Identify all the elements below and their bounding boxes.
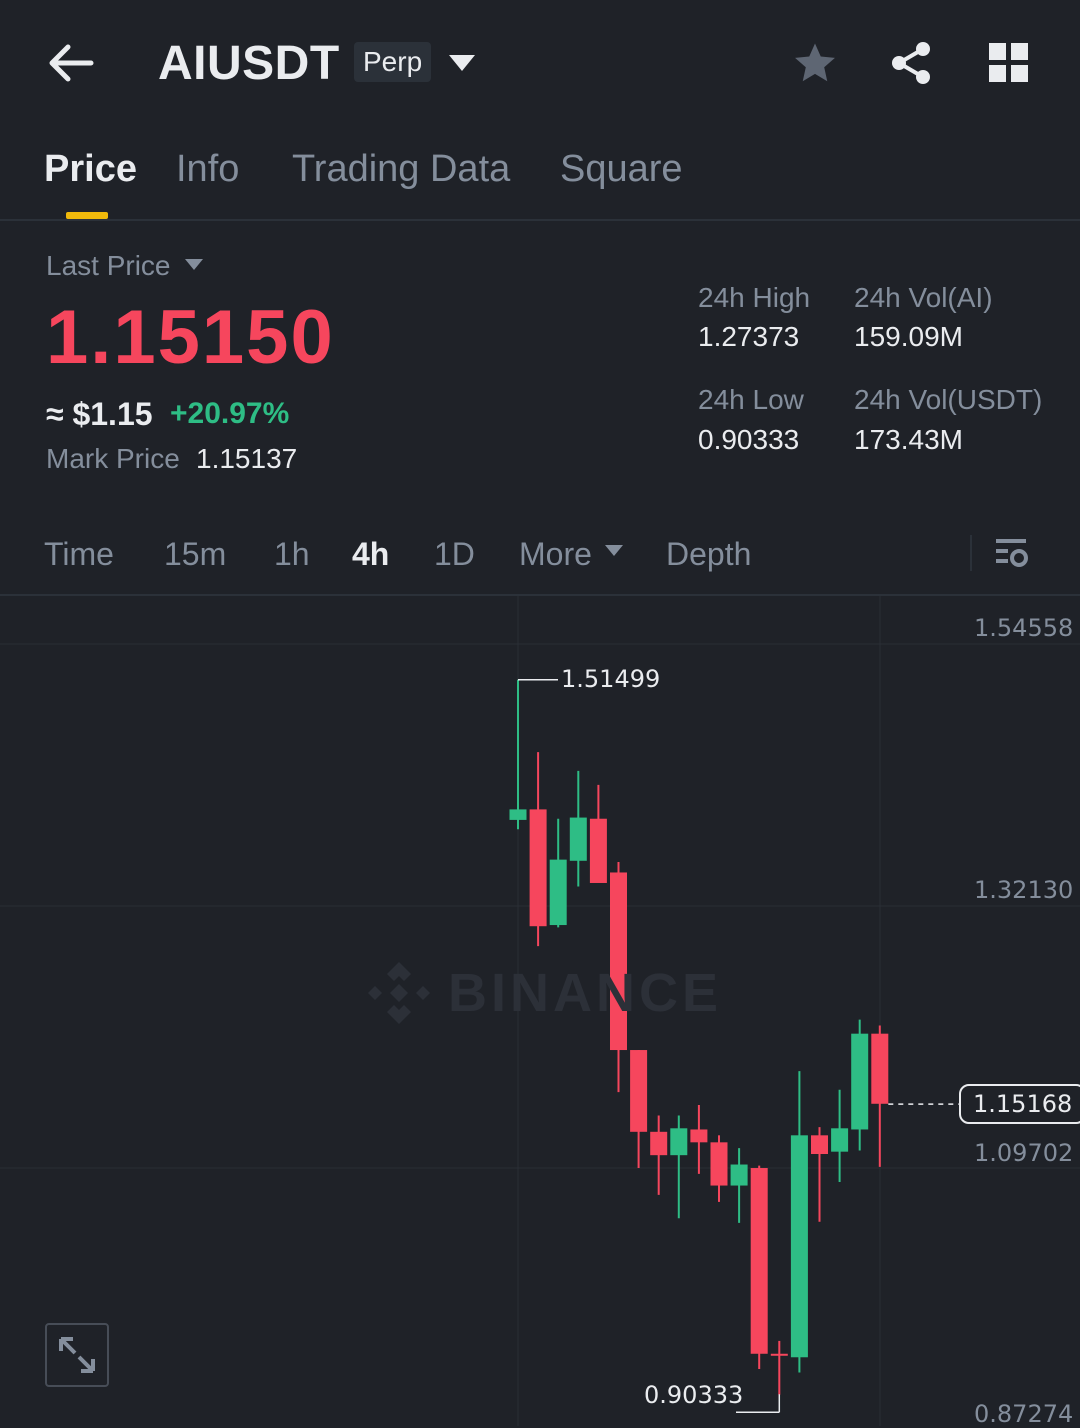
timeframe-1h[interactable]: 1h (274, 536, 310, 573)
tab-trading-data[interactable]: Trading Data (292, 148, 510, 191)
expand-icon (59, 1337, 95, 1373)
candle-body (509, 809, 527, 820)
star-icon[interactable] (792, 40, 838, 86)
candle-body (529, 809, 547, 927)
candle-body (750, 1168, 768, 1354)
candle-body (831, 1128, 849, 1152)
more-caret-icon[interactable] (604, 544, 624, 563)
toolbar-separator (970, 535, 972, 571)
tab-info[interactable]: Info (176, 148, 239, 191)
24h-high-value: 1.27373 (698, 321, 800, 352)
tab-square[interactable]: Square (560, 148, 683, 191)
grid-icon[interactable] (988, 42, 1030, 84)
binance-watermark: BINANCE (364, 958, 722, 1028)
candle-body (549, 859, 567, 926)
timeframe-depth[interactable]: Depth (666, 536, 751, 573)
tabs-divider (0, 219, 1080, 221)
candle-body (851, 1033, 869, 1130)
last-price-value: 1.15150 (46, 295, 335, 380)
candle-body (650, 1131, 668, 1156)
current-price-tag: 1.15168 (959, 1084, 1080, 1124)
caret-down-icon[interactable] (183, 257, 205, 278)
candle-body (690, 1129, 708, 1143)
tab-price[interactable]: Price (44, 148, 137, 191)
chart-settings-icon[interactable] (994, 535, 1030, 576)
y-axis-label-top: 1.54558 (974, 614, 1074, 642)
share-icon[interactable] (888, 40, 934, 86)
contract-type-badge: Perp (354, 42, 432, 82)
candle-body (730, 1164, 748, 1186)
active-tab-indicator (66, 212, 108, 219)
price-change-percent: +20.97% (170, 397, 290, 430)
back-arrow-icon[interactable] (48, 44, 94, 82)
24h-high-label: 24h High (698, 282, 811, 313)
mark-price-label: Mark Price (46, 443, 180, 474)
24h-vol-usdt-label: 24h Vol(USDT) (854, 384, 1043, 415)
usd-approx-value: ≈ $1.15 (46, 396, 153, 432)
y-axis-label-2: 1.32130 (974, 876, 1074, 904)
timeframe-15m[interactable]: 15m (164, 536, 226, 573)
candle-body (710, 1142, 728, 1186)
24h-low-label: 24h Low (698, 384, 804, 415)
timeframe-time[interactable]: Time (44, 536, 114, 573)
watermark-text: BINANCE (448, 963, 723, 1023)
timeframe-1d[interactable]: 1D (434, 536, 475, 573)
candle-body (630, 1050, 648, 1132)
last-price-label[interactable]: Last Price (46, 250, 171, 282)
candle-body (589, 818, 607, 883)
24h-vol-usdt-value: 173.43M (854, 424, 963, 455)
fullscreen-button[interactable] (45, 1323, 109, 1387)
y-axis-label-3: 1.09702 (974, 1139, 1074, 1167)
24h-vol-ai-value: 159.09M (854, 321, 963, 352)
candle-body (770, 1353, 788, 1356)
symbol-title[interactable]: AIUSDT (158, 36, 340, 91)
mark-price-value: 1.15137 (196, 443, 298, 474)
candle-body (670, 1128, 688, 1156)
candle-body (871, 1033, 889, 1104)
candle-body (569, 817, 587, 861)
24h-low-value: 0.90333 (698, 424, 800, 455)
timeframe-more[interactable]: More (519, 536, 592, 573)
24h-vol-ai-label: 24h Vol(AI) (854, 282, 993, 313)
candle-body (811, 1135, 828, 1155)
max-price-annotation: 1.51499 (561, 665, 661, 693)
binance-logo-icon (368, 962, 430, 1024)
timeframe-4h[interactable]: 4h (352, 536, 389, 573)
y-axis-label-bottom: 0.87274 (974, 1400, 1074, 1428)
chevron-down-icon[interactable] (447, 52, 477, 79)
min-price-annotation: 0.90333 (644, 1381, 744, 1409)
candle-body (790, 1135, 808, 1358)
